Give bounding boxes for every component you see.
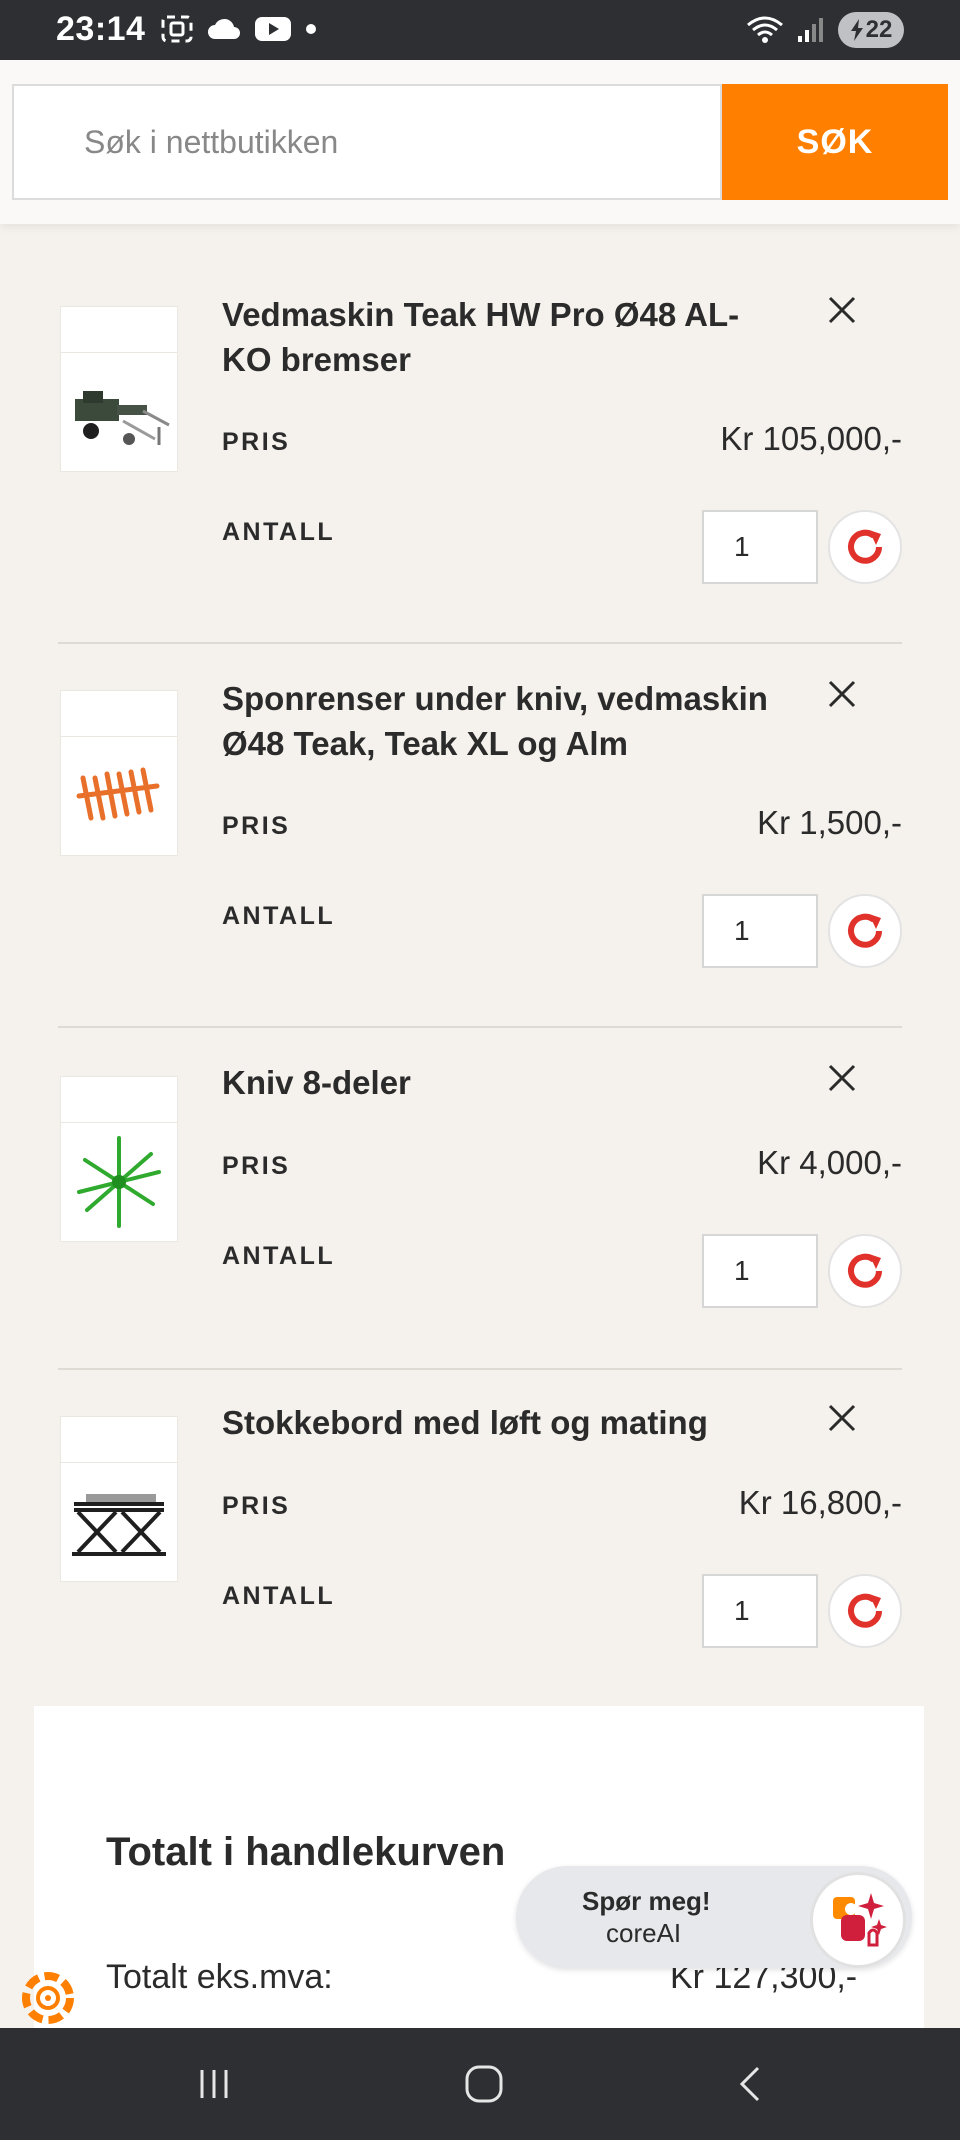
system-nav-bar xyxy=(0,2028,960,2140)
youtube-icon xyxy=(255,17,291,41)
close-icon[interactable] xyxy=(824,292,860,328)
price-label: PRIS xyxy=(222,812,291,840)
cart-item: Stokkebord med løft og mating PRIS Kr 16… xyxy=(58,1400,902,1660)
refresh-icon xyxy=(848,1253,882,1288)
log-table-image xyxy=(72,1494,166,1556)
home-button[interactable] xyxy=(454,2054,514,2114)
status-bar: 23:14 22 xyxy=(0,0,960,60)
item-divider xyxy=(58,1026,902,1028)
dot-icon xyxy=(306,24,316,34)
quantity-label: ANTALL xyxy=(222,518,336,546)
help-wheel-icon xyxy=(22,1972,74,2024)
product-thumbnail[interactable] xyxy=(60,306,178,472)
price-label: PRIS xyxy=(222,1492,291,1520)
refresh-icon xyxy=(848,529,882,564)
cart-item: Kniv 8-deler PRIS Kr 4,000,- ANTALL 1 xyxy=(58,1060,902,1370)
product-price: Kr 16,800,- xyxy=(738,1484,902,1521)
refresh-icon xyxy=(848,913,882,948)
product-title[interactable]: Kniv 8-deler xyxy=(222,1060,782,1105)
close-icon[interactable] xyxy=(824,1400,860,1436)
product-price: Kr 1,500,- xyxy=(757,804,902,841)
refresh-button[interactable] xyxy=(828,894,902,968)
quantity-input[interactable]: 1 xyxy=(702,1574,818,1648)
search-bar: Søk i nettbutikken SØK xyxy=(0,60,960,224)
product-title[interactable]: Sponrenser under kniv, vedmaskin Ø48 Tea… xyxy=(222,676,782,766)
product-thumbnail[interactable] xyxy=(60,1076,178,1242)
recent-apps-button[interactable] xyxy=(184,2054,244,2114)
product-thumbnail[interactable] xyxy=(60,1416,178,1582)
quantity-label: ANTALL xyxy=(222,1242,336,1270)
item-divider xyxy=(58,642,902,644)
chat-widget[interactable]: Spør meg! coreAI xyxy=(516,1866,912,1968)
product-title[interactable]: Vedmaskin Teak HW Pro Ø48 AL-KO bremser xyxy=(222,292,782,382)
close-icon[interactable] xyxy=(824,676,860,712)
chat-prompt: Spør meg! xyxy=(582,1886,711,1916)
chat-avatar[interactable] xyxy=(810,1872,906,1968)
refresh-button[interactable] xyxy=(828,510,902,584)
wifi-icon xyxy=(747,16,783,43)
ai-assistant-icon xyxy=(833,1893,887,1947)
cart-item: Sponrenser under kniv, vedmaskin Ø48 Tea… xyxy=(58,676,902,1028)
chip-cleaner-image xyxy=(76,767,160,821)
chat-brand: coreAI xyxy=(606,1918,682,1948)
quantity-input[interactable]: 1 xyxy=(702,894,818,968)
search-input[interactable]: Søk i nettbutikken xyxy=(12,84,722,200)
cart-item: Vedmaskin Teak HW Pro Ø48 AL-KO bremser … xyxy=(58,292,902,644)
status-time: 23:14 xyxy=(56,10,146,48)
product-thumbnail[interactable] xyxy=(60,690,178,856)
screenshot-icon xyxy=(161,15,193,43)
recent-apps-icon xyxy=(200,2070,228,2098)
refresh-icon xyxy=(848,1593,882,1628)
product-price: Kr 105,000,- xyxy=(720,420,902,457)
product-title[interactable]: Stokkebord med løft og mating xyxy=(222,1400,782,1445)
back-button[interactable] xyxy=(722,2054,782,2114)
refresh-button[interactable] xyxy=(828,1574,902,1648)
battery-level: 22 xyxy=(865,16,893,43)
totals-title: Totalt i handlekurven xyxy=(106,1830,506,1874)
battery-icon: 22 xyxy=(838,12,904,48)
close-icon[interactable] xyxy=(824,1060,860,1096)
help-widget[interactable] xyxy=(0,1952,96,2028)
product-price: Kr 4,000,- xyxy=(757,1144,902,1181)
search-button[interactable]: SØK xyxy=(722,84,948,200)
quantity-label: ANTALL xyxy=(222,902,336,930)
item-divider xyxy=(58,1368,902,1370)
cloud-icon xyxy=(208,18,240,39)
quantity-input[interactable]: 1 xyxy=(702,510,818,584)
wood-processor-image xyxy=(75,391,170,445)
status-right-icons: 22 xyxy=(746,12,904,48)
total-ex-vat-label: Totalt eks.mva: xyxy=(106,1958,333,1996)
home-icon xyxy=(465,2065,503,2103)
knife-8-part-image xyxy=(77,1136,161,1228)
quantity-label: ANTALL xyxy=(222,1582,336,1610)
price-label: PRIS xyxy=(222,428,291,456)
back-icon xyxy=(739,2066,760,2102)
quantity-input[interactable]: 1 xyxy=(702,1234,818,1308)
refresh-button[interactable] xyxy=(828,1234,902,1308)
status-left-icons xyxy=(160,14,318,44)
signal-icon xyxy=(798,18,823,42)
price-label: PRIS xyxy=(222,1152,291,1180)
